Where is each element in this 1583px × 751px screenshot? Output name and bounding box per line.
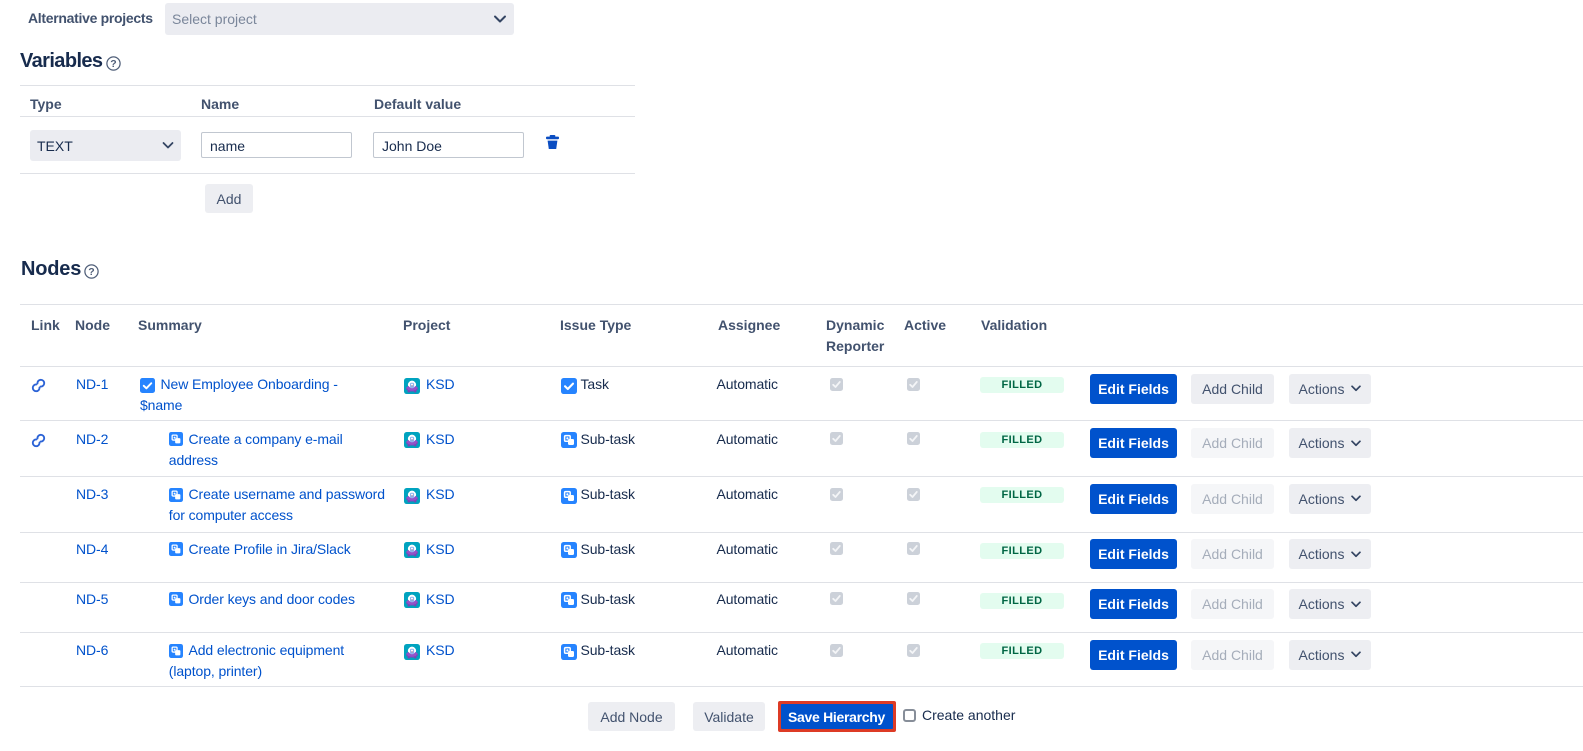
svg-text:?: ? (88, 266, 94, 278)
svg-text:?: ? (110, 58, 116, 70)
